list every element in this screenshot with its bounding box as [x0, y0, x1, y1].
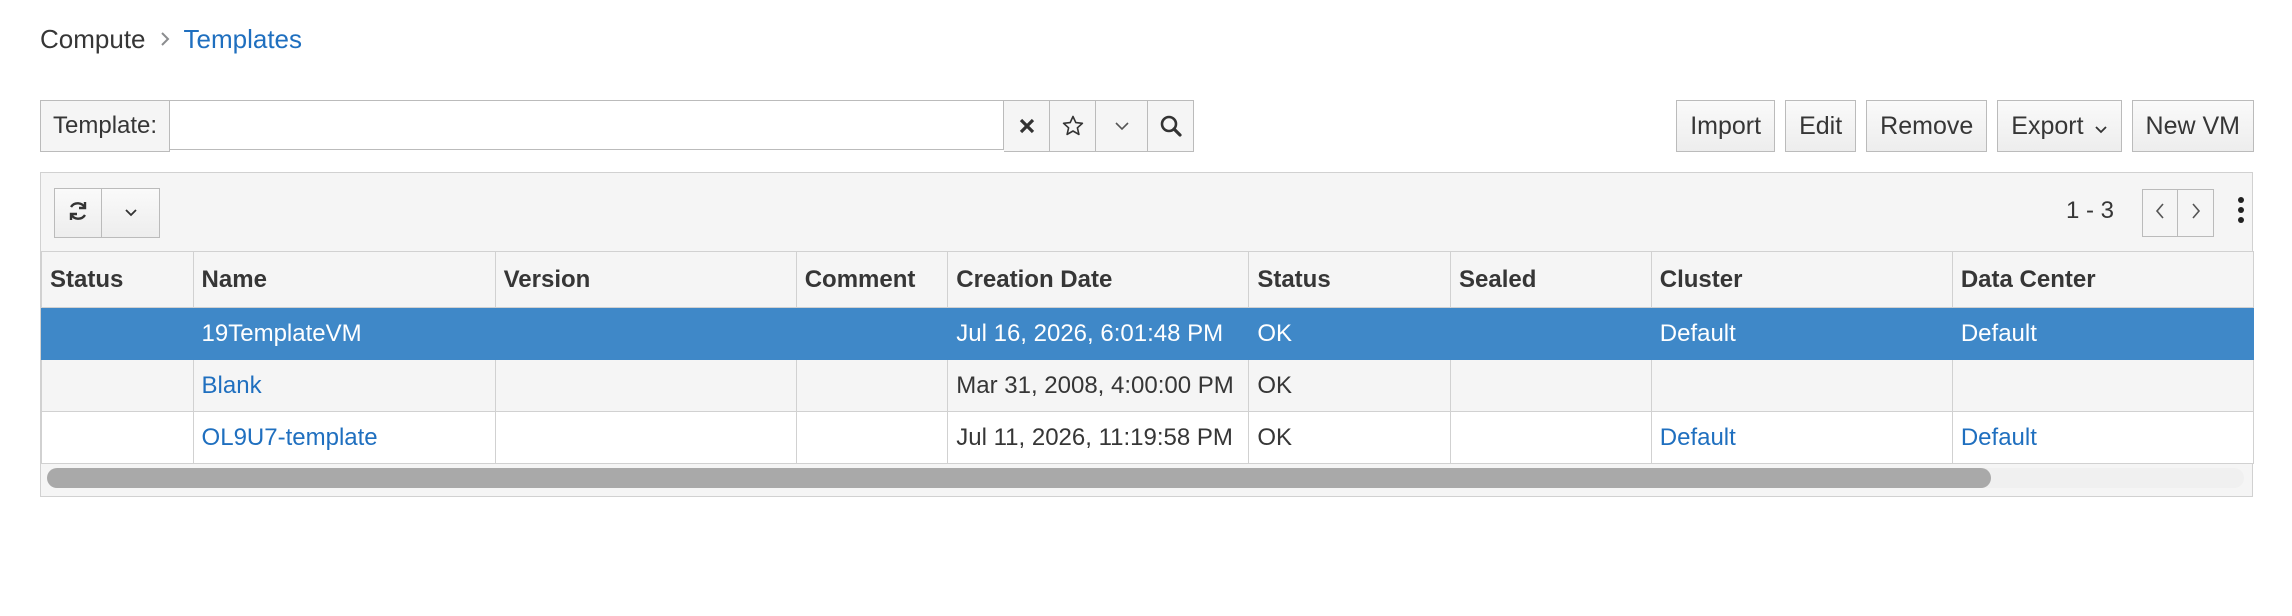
column-header-creation-date[interactable]: Creation Date: [947, 251, 1250, 308]
chevron-down-icon: [2094, 112, 2108, 141]
search-icon: [1159, 114, 1183, 138]
column-header-comment[interactable]: Comment: [795, 251, 949, 308]
column-header-version[interactable]: Version: [494, 251, 797, 308]
cell-version: [494, 411, 797, 464]
cell-name[interactable]: 19TemplateVM: [192, 307, 496, 360]
chevron-down-icon: [1114, 121, 1130, 131]
kebab-icon[interactable]: [2236, 197, 2246, 223]
column-header-status[interactable]: Status: [41, 251, 194, 308]
cell-data-center[interactable]: [1951, 359, 2255, 412]
cell-status-2: OK: [1248, 411, 1452, 464]
cell-comment: [795, 411, 949, 464]
column-header-status-2[interactable]: Status: [1248, 251, 1452, 308]
column-header-sealed[interactable]: Sealed: [1450, 251, 1652, 308]
edit-button[interactable]: Edit: [1785, 100, 1857, 152]
new-vm-button[interactable]: New VM: [2131, 100, 2254, 152]
table-row[interactable]: 19TemplateVM Jul 16, 2026, 6:01:48 PM OK…: [41, 307, 2255, 360]
breadcrumb-templates[interactable]: Templates: [184, 24, 303, 55]
cell-status: [41, 411, 194, 464]
cell-creation-date: Mar 31, 2008, 4:00:00 PM: [947, 359, 1250, 412]
prev-page-button[interactable]: [2142, 189, 2178, 237]
breadcrumb-compute[interactable]: Compute: [40, 24, 146, 55]
breadcrumb: Compute Templates: [40, 24, 302, 55]
remove-button[interactable]: Remove: [1866, 100, 1988, 152]
cell-name[interactable]: Blank: [192, 359, 496, 412]
search-button[interactable]: [1148, 100, 1195, 152]
table-row[interactable]: Blank Mar 31, 2008, 4:00:00 PM OK: [41, 359, 2255, 412]
templates-table: Status Name Version Comment Creation Dat…: [41, 251, 2255, 464]
column-header-cluster[interactable]: Cluster: [1650, 251, 1953, 308]
table-row[interactable]: OL9U7-template Jul 11, 2026, 11:19:58 PM…: [41, 411, 2255, 464]
cell-creation-date: Jul 11, 2026, 11:19:58 PM: [947, 411, 1250, 464]
refresh-group: [54, 188, 160, 238]
cell-status-2: OK: [1248, 359, 1452, 412]
cell-cluster[interactable]: Default: [1650, 411, 1953, 464]
cell-sealed: [1450, 307, 1652, 360]
next-page-icon: [2191, 202, 2201, 225]
cell-sealed: [1450, 411, 1652, 464]
scrollbar-thumb[interactable]: [47, 468, 1991, 488]
cell-sealed: [1450, 359, 1652, 412]
column-header-data-center[interactable]: Data Center: [1951, 251, 2255, 308]
refresh-options-dropdown[interactable]: [102, 188, 160, 238]
chevron-down-icon: [124, 204, 138, 222]
refresh-icon: [66, 199, 90, 228]
prev-page-icon: [2155, 202, 2165, 225]
cell-cluster[interactable]: [1650, 359, 1953, 412]
cell-status-2: OK: [1248, 307, 1452, 360]
action-buttons: Import Edit Remove Export New VM: [1676, 100, 2254, 152]
bookmark-button[interactable]: [1050, 100, 1097, 152]
cell-cluster[interactable]: Default: [1650, 307, 1953, 360]
search-bar: Template:: [40, 100, 1195, 152]
cell-name[interactable]: OL9U7-template: [192, 411, 496, 464]
column-header-name[interactable]: Name: [192, 251, 496, 308]
export-label: Export: [2011, 111, 2084, 140]
star-icon: [1061, 114, 1085, 138]
export-dropdown-button[interactable]: Export: [1997, 100, 2122, 152]
pagination-range: 1 - 3: [2065, 197, 2114, 224]
grid-toolbar: 1 - 3: [41, 173, 2252, 251]
search-input[interactable]: [170, 100, 1005, 150]
cell-status: [41, 307, 194, 360]
cell-comment: [795, 359, 949, 412]
cell-creation-date: Jul 16, 2026, 6:01:48 PM: [947, 307, 1250, 360]
templates-grid: 1 - 3 Status Name Version Comment Creati…: [40, 172, 2255, 497]
table-header-row: Status Name Version Comment Creation Dat…: [41, 251, 2255, 308]
horizontal-scrollbar[interactable]: [47, 468, 2244, 488]
cell-status: [41, 359, 194, 412]
cell-data-center[interactable]: Default: [1951, 307, 2255, 360]
cell-version: [494, 307, 797, 360]
cell-data-center[interactable]: Default: [1951, 411, 2255, 464]
refresh-button[interactable]: [54, 188, 102, 238]
clear-icon: [1019, 118, 1035, 134]
import-button[interactable]: Import: [1676, 100, 1776, 152]
clear-search-button[interactable]: [1004, 100, 1051, 152]
chevron-right-icon: [160, 27, 170, 53]
cell-comment: [795, 307, 949, 360]
search-history-dropdown[interactable]: [1096, 100, 1149, 152]
next-page-button[interactable]: [2178, 189, 2214, 237]
cell-version: [494, 359, 797, 412]
search-label: Template:: [40, 100, 171, 152]
pagination: [2142, 189, 2214, 237]
